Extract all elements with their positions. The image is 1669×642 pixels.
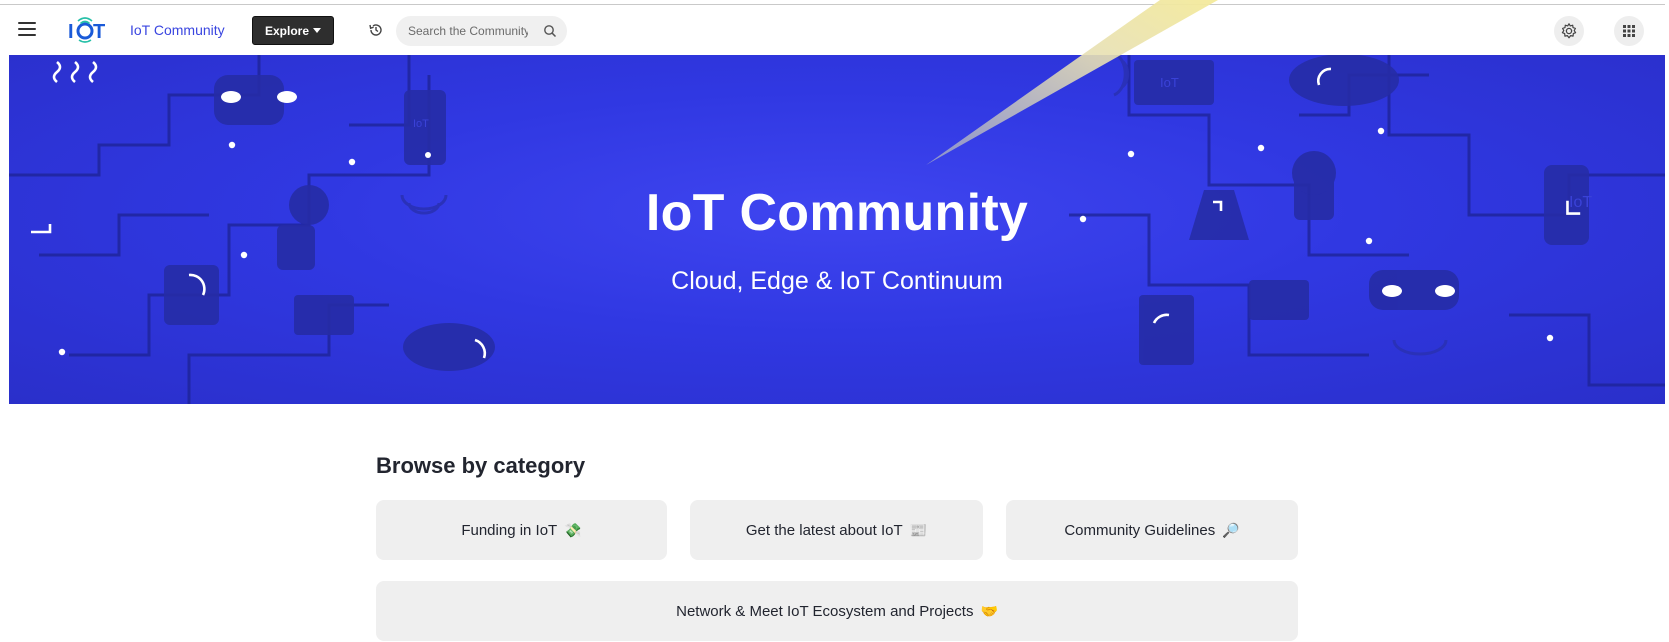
category-label: Network & Meet IoT Ecosystem and Project… xyxy=(676,602,974,620)
menu-icon[interactable] xyxy=(18,22,36,36)
brand-link[interactable]: IoT Community xyxy=(130,22,225,38)
category-card-funding[interactable]: Funding in IoT 💸 xyxy=(376,500,667,560)
settings-button[interactable] xyxy=(1554,16,1584,46)
search-bar[interactable] xyxy=(396,16,567,46)
gear-icon xyxy=(1561,23,1577,39)
magnifier-icon: 🔎 xyxy=(1222,521,1240,538)
money-icon: 💸 xyxy=(564,521,582,538)
category-card-network[interactable]: Network & Meet IoT Ecosystem and Project… xyxy=(376,581,1298,641)
apps-button[interactable] xyxy=(1614,16,1644,46)
window-edge xyxy=(1665,0,1669,642)
svg-text:T: T xyxy=(93,21,105,43)
category-label: Funding in IoT xyxy=(461,521,558,539)
hero-banner: IoT IoT IoT IoT Community Cloud, Edge & … xyxy=(9,55,1665,404)
caret-down-icon xyxy=(313,28,321,33)
hero-subtitle: Cloud, Edge & IoT Continuum xyxy=(671,267,1003,295)
top-navigation: I T IoT Community Explore xyxy=(0,4,1669,55)
search-icon[interactable] xyxy=(543,24,557,38)
svg-text:I: I xyxy=(68,21,74,43)
grid-icon xyxy=(1623,25,1635,37)
newspaper-icon: 📰 xyxy=(909,521,928,538)
history-icon[interactable] xyxy=(368,22,384,38)
category-label: Community Guidelines xyxy=(1064,521,1216,539)
explore-button[interactable]: Explore xyxy=(252,16,334,45)
category-card-latest[interactable]: Get the latest about IoT 📰 xyxy=(690,500,983,560)
iot-logo[interactable]: I T xyxy=(66,16,106,44)
handshake-icon: 🤝 xyxy=(980,602,998,619)
svg-text:IoT: IoT xyxy=(413,118,429,130)
search-input[interactable] xyxy=(408,24,528,38)
category-label: Get the latest about IoT xyxy=(745,521,903,539)
hero-title: IoT Community xyxy=(645,184,1029,242)
svg-text:IoT: IoT xyxy=(1160,75,1179,90)
browse-title: Browse by category xyxy=(376,453,586,478)
explore-label: Explore xyxy=(264,23,309,38)
category-card-guidelines[interactable]: Community Guidelines 🔎 xyxy=(1006,500,1298,560)
